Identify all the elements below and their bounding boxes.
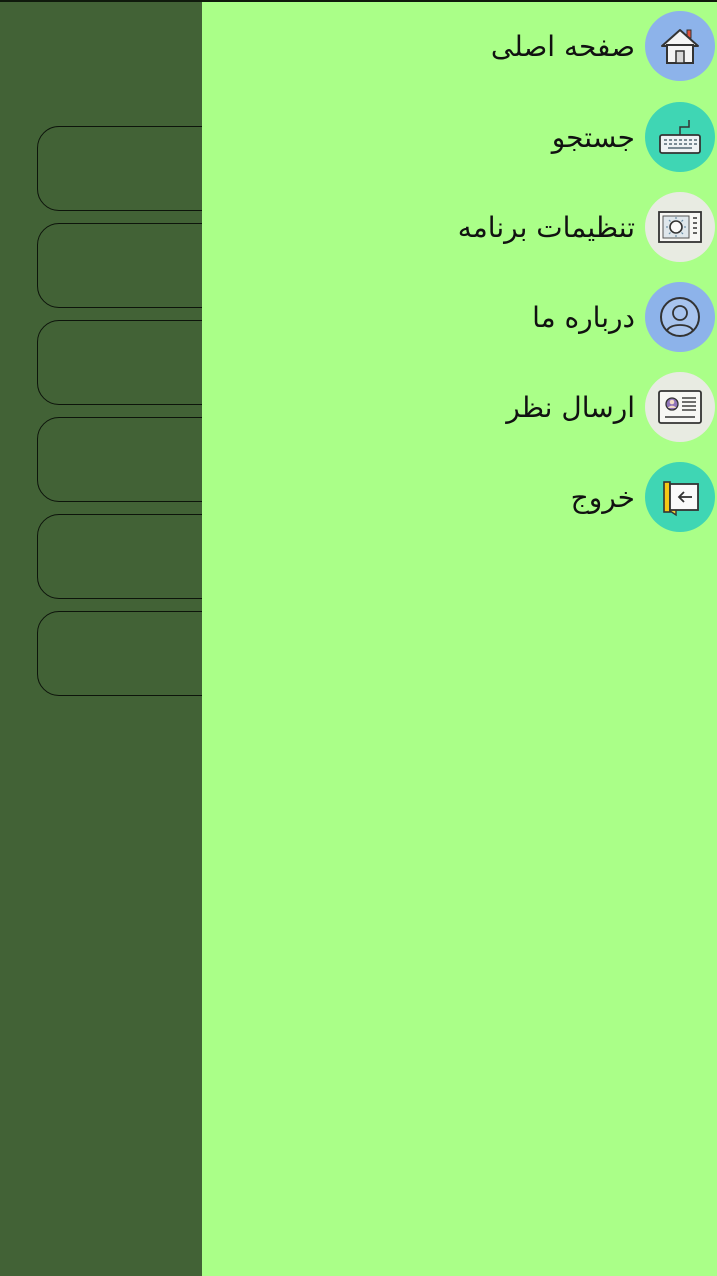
user-icon [645, 282, 715, 352]
menu-item-label: تنظیمات برنامه [457, 210, 635, 244]
menu-item-label: خروج [570, 480, 635, 514]
menu-item-search[interactable]: جستجو [202, 100, 717, 174]
id-card-icon [645, 372, 715, 442]
menu-item-label: درباره ما [532, 300, 635, 334]
menu-item-label: صفحه اصلی [490, 29, 635, 63]
settings-panel-icon [645, 192, 715, 262]
navigation-drawer: صفحه اصلی جستجو تنظیمات برنامه درباره ما… [202, 0, 717, 1276]
menu-item-exit[interactable]: خروج [202, 460, 717, 534]
keyboard-icon [645, 102, 715, 172]
menu-item-home[interactable]: صفحه اصلی [202, 9, 717, 83]
menu-item-label: ارسال نظر [506, 390, 635, 424]
menu-item-feedback[interactable]: ارسال نظر [202, 370, 717, 444]
menu-item-about[interactable]: درباره ما [202, 280, 717, 354]
status-bar-edge [0, 0, 717, 2]
home-icon [645, 11, 715, 81]
menu-item-label: جستجو [551, 120, 635, 154]
menu-item-settings[interactable]: تنظیمات برنامه [202, 190, 717, 264]
exit-icon [645, 462, 715, 532]
